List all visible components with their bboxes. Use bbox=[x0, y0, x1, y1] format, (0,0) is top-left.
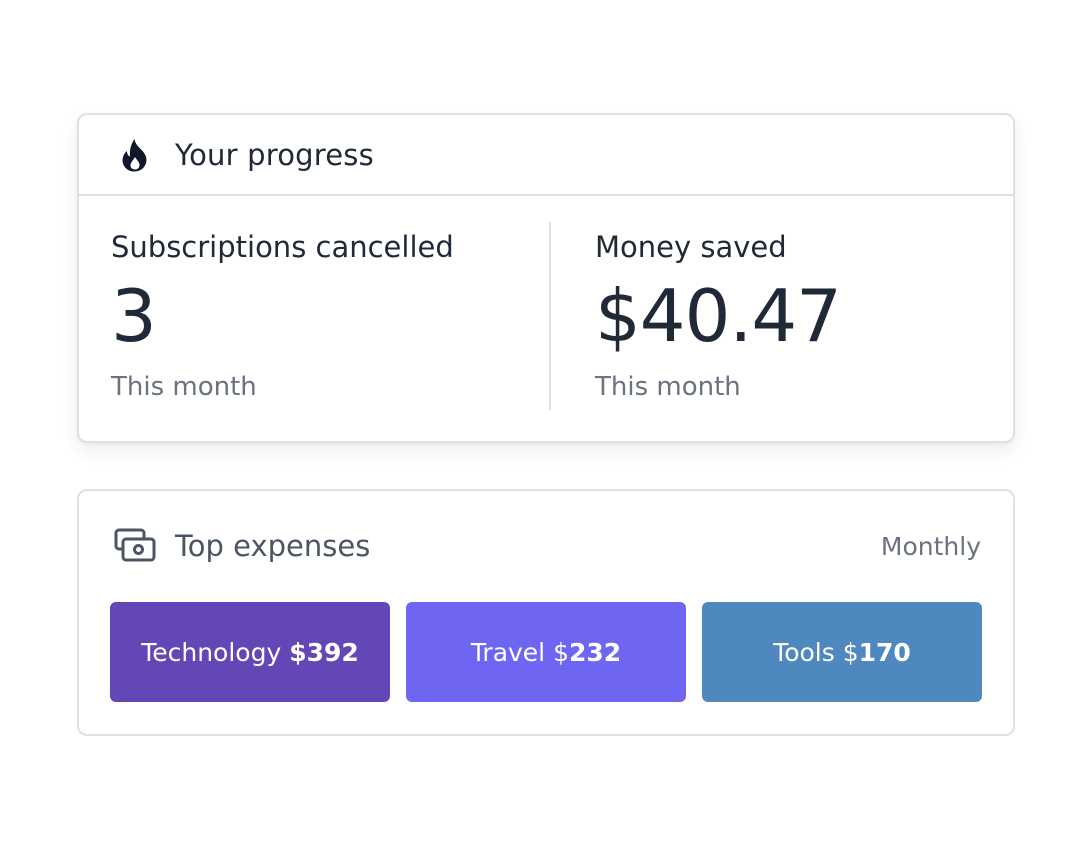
expense-tile-travel[interactable]: Travel $232 bbox=[406, 602, 686, 702]
progress-card: Your progress Subscriptions cancelled 3 … bbox=[77, 113, 1015, 443]
stat-label: Subscriptions cancelled bbox=[111, 230, 454, 264]
expense-prefix bbox=[281, 638, 289, 667]
expense-category-name: Technology bbox=[141, 637, 282, 667]
progress-title: Your progress bbox=[175, 137, 374, 172]
expense-category-name: Travel bbox=[470, 637, 546, 667]
stat-value: 3 bbox=[111, 274, 157, 358]
page: Your progress Subscriptions cancelled 3 … bbox=[0, 0, 1092, 848]
stat-value: $40.47 bbox=[595, 274, 842, 358]
period-selector[interactable]: Monthly bbox=[881, 531, 981, 563]
progress-header: Your progress bbox=[79, 115, 1013, 196]
top-expenses-card: Top expenses Monthly Technology $392 Tra… bbox=[77, 489, 1015, 736]
expense-category-name: Tools bbox=[773, 637, 835, 667]
expense-prefix: $ bbox=[834, 637, 859, 667]
stat-period: This month bbox=[595, 372, 741, 402]
progress-stats: Subscriptions cancelled 3 This month Mon… bbox=[79, 196, 1013, 441]
cash-icon bbox=[113, 527, 157, 567]
expenses-title: Top expenses bbox=[175, 529, 371, 563]
expense-tiles: Technology $392 Travel $232 Tools $170 bbox=[110, 602, 982, 702]
expense-prefix: $ bbox=[545, 637, 569, 667]
stat-label: Money saved bbox=[595, 230, 787, 264]
expense-amount: 232 bbox=[569, 637, 622, 667]
expense-tile-tools[interactable]: Tools $170 bbox=[702, 602, 982, 702]
stats-divider bbox=[549, 222, 551, 410]
stat-period: This month bbox=[111, 372, 257, 402]
expense-tile-technology[interactable]: Technology $392 bbox=[110, 602, 390, 702]
expense-amount: $392 bbox=[289, 637, 359, 667]
flame-icon bbox=[117, 137, 153, 173]
expenses-header: Top expenses Monthly bbox=[79, 491, 1013, 603]
expense-amount: 170 bbox=[858, 637, 911, 667]
